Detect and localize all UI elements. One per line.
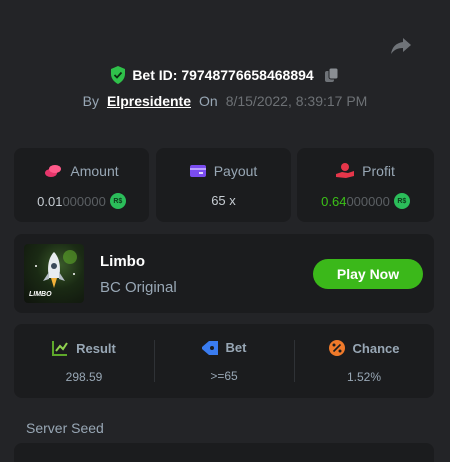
currency-coin-icon: R$ (393, 193, 410, 209)
payout-value: 65 x (211, 193, 236, 208)
bet-id-row: Bet ID: 79748776658468894 (0, 66, 450, 84)
game-thumbnail[interactable]: LIMBO (24, 244, 84, 303)
percent-icon (328, 340, 345, 356)
game-name: Limbo (100, 253, 145, 270)
bet-id: Bet ID: 79748776658468894 (132, 67, 314, 83)
bet-label: Bet (225, 340, 247, 355)
hand-coin-icon (336, 163, 355, 178)
amount-value-trail: 000000 (62, 193, 106, 209)
payout-label: Payout (213, 163, 258, 179)
username-link[interactable]: Elpresidente (107, 93, 191, 109)
on-label: On (199, 93, 218, 109)
verified-shield-icon (111, 66, 126, 84)
bet-value: >=65 (210, 369, 238, 383)
wallet-icon (189, 165, 206, 177)
chance-label: Chance (352, 340, 400, 356)
chance-column: Chance 1.52% (294, 324, 434, 398)
game-card: LIMBO Limbo BC Original Play Now (14, 234, 434, 313)
game-thumbnail-label: LIMBO (29, 291, 52, 298)
server-seed-label: Server Seed (26, 420, 104, 436)
result-card: Result 298.59 Bet >=65 Chance 1.52% (14, 324, 434, 398)
copy-icon[interactable] (324, 67, 340, 83)
share-icon[interactable] (389, 36, 413, 56)
amount-value: 0.01 (37, 193, 63, 209)
result-column: Result 298.59 (14, 324, 154, 398)
currency-coin-icon: R$ (109, 193, 126, 209)
profit-value: 0.64 (321, 193, 347, 209)
play-now-button[interactable]: Play Now (313, 259, 423, 289)
chart-check-icon (52, 341, 68, 356)
payout-card: Payout 65 x (156, 148, 291, 222)
bet-column: Bet >=65 (154, 324, 294, 398)
amount-label: Amount (70, 163, 119, 179)
result-value: 298.59 (65, 370, 103, 384)
profit-value-trail: 000000 (346, 193, 390, 209)
by-label: By (82, 93, 99, 109)
bet-meta-row: By Elpresidente On 8/15/2022, 8:39:17 PM (0, 93, 450, 109)
ticket-icon (201, 340, 218, 355)
profit-label: Profit (362, 163, 395, 179)
server-seed-box (14, 443, 434, 462)
bet-date: 8/15/2022, 8:39:17 PM (225, 93, 368, 109)
result-label: Result (76, 340, 116, 356)
coins-icon (45, 165, 62, 177)
game-subtitle: BC Original (100, 279, 177, 296)
profit-card: Profit 0.64000000 R$ (297, 148, 434, 222)
amount-card: Amount 0.01000000 R$ (14, 148, 149, 222)
chance-value: 1.52% (346, 370, 382, 384)
